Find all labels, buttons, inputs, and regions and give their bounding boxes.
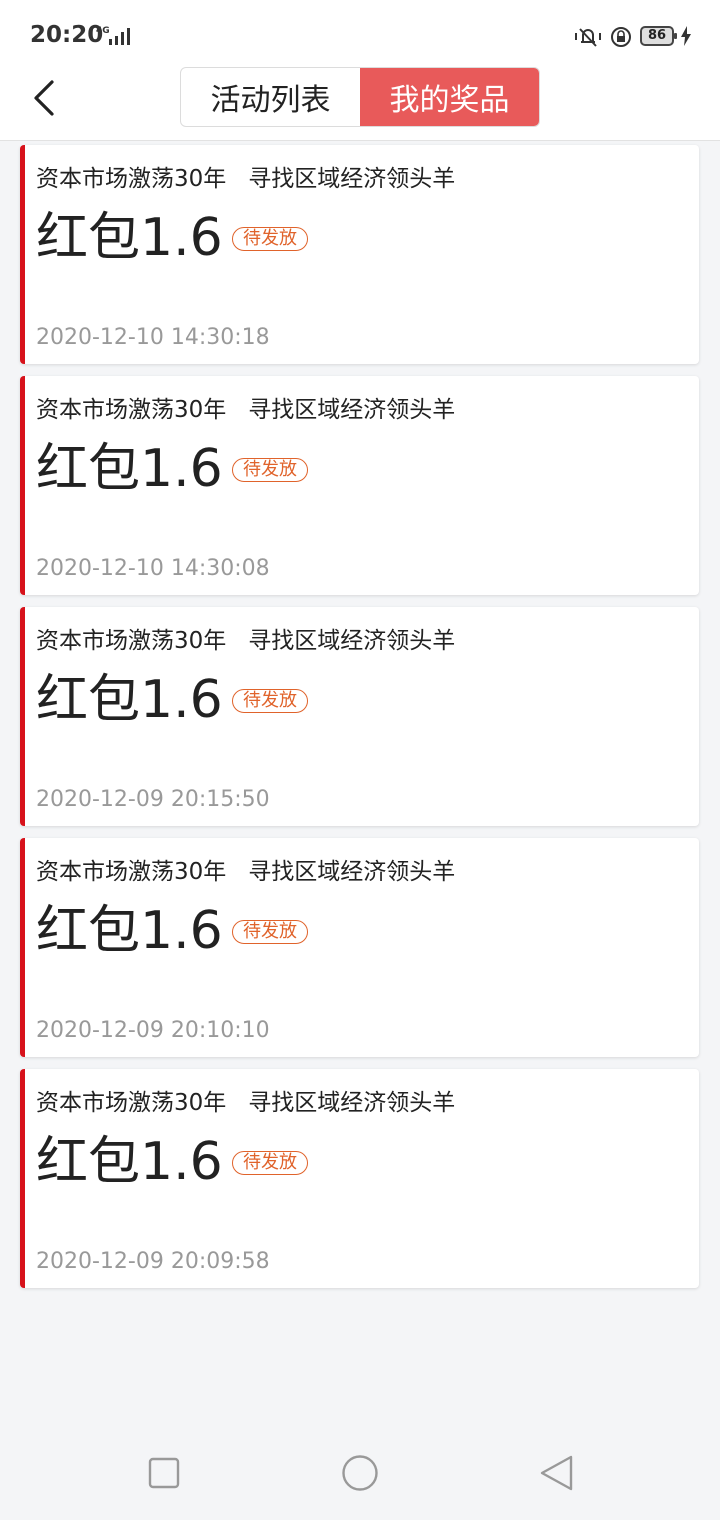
status-badge: 待发放	[232, 1151, 308, 1175]
status-badge: 待发放	[232, 227, 308, 251]
silent-icon	[575, 28, 601, 47]
prize-card[interactable]: 资本市场激荡30年 寻找区域经济领头羊 红包1.6 待发放 2020-12-09…	[20, 1069, 699, 1288]
rotate-lock-icon	[611, 27, 631, 47]
prize-card-title: 资本市场激荡30年 寻找区域经济领头羊	[36, 166, 456, 192]
prize-card[interactable]: 资本市场激荡30年 寻找区域经济领头羊 红包1.6 待发放 2020-12-09…	[20, 838, 699, 1057]
prize-card-title: 资本市场激荡30年 寻找区域经济领头羊	[36, 859, 456, 885]
prize-name: 红包1.6	[36, 1132, 223, 1192]
prize-card[interactable]: 资本市场激荡30年 寻找区域经济领头羊 红包1.6 待发放 2020-12-10…	[20, 376, 699, 595]
prize-name: 红包1.6	[36, 439, 223, 499]
prize-card-title: 资本市场激荡30年 寻找区域经济领头羊	[36, 628, 456, 654]
recent-apps-icon[interactable]	[148, 1457, 180, 1489]
prize-list: 资本市场激荡30年 寻找区域经济领头羊 红包1.6 待发放 2020-12-10…	[20, 145, 699, 1300]
back-icon[interactable]	[538, 1454, 574, 1492]
home-icon[interactable]	[341, 1454, 379, 1492]
battery-icon: 86	[640, 26, 677, 46]
prize-card-title: 资本市场激荡30年 寻找区域经济领头羊	[36, 397, 456, 423]
tab-activity-list[interactable]: 活动列表	[181, 68, 360, 126]
tab-my-prizes[interactable]: 我的奖品	[360, 68, 539, 126]
prize-time: 2020-12-10 14:30:18	[36, 325, 270, 350]
prize-time: 2020-12-10 14:30:08	[36, 556, 270, 581]
signal-icon	[109, 28, 130, 45]
status-time: 20:20	[30, 22, 104, 48]
status-bar: 20:20 4G 86	[0, 0, 720, 64]
segmented-tabs: 活动列表 我的奖品	[180, 67, 540, 127]
prize-card-title: 资本市场激荡30年 寻找区域经济领头羊	[36, 1090, 456, 1116]
chevron-left-icon	[34, 80, 54, 116]
status-badge: 待发放	[232, 920, 308, 944]
prize-card[interactable]: 资本市场激荡30年 寻找区域经济领头羊 红包1.6 待发放 2020-12-10…	[20, 145, 699, 364]
prize-name: 红包1.6	[36, 901, 223, 961]
prize-time: 2020-12-09 20:15:50	[36, 787, 270, 812]
back-button[interactable]	[26, 76, 66, 120]
prize-time: 2020-12-09 20:10:10	[36, 1018, 270, 1043]
status-badge: 待发放	[232, 689, 308, 713]
header: 活动列表 我的奖品	[0, 64, 720, 141]
prize-name: 红包1.6	[36, 208, 223, 268]
prize-time: 2020-12-09 20:09:58	[36, 1249, 270, 1274]
status-badge: 待发放	[232, 458, 308, 482]
charge-icon	[681, 26, 691, 46]
prize-card[interactable]: 资本市场激荡30年 寻找区域经济领头羊 红包1.6 待发放 2020-12-09…	[20, 607, 699, 826]
system-nav-bar	[0, 1424, 720, 1520]
prize-name: 红包1.6	[36, 670, 223, 730]
